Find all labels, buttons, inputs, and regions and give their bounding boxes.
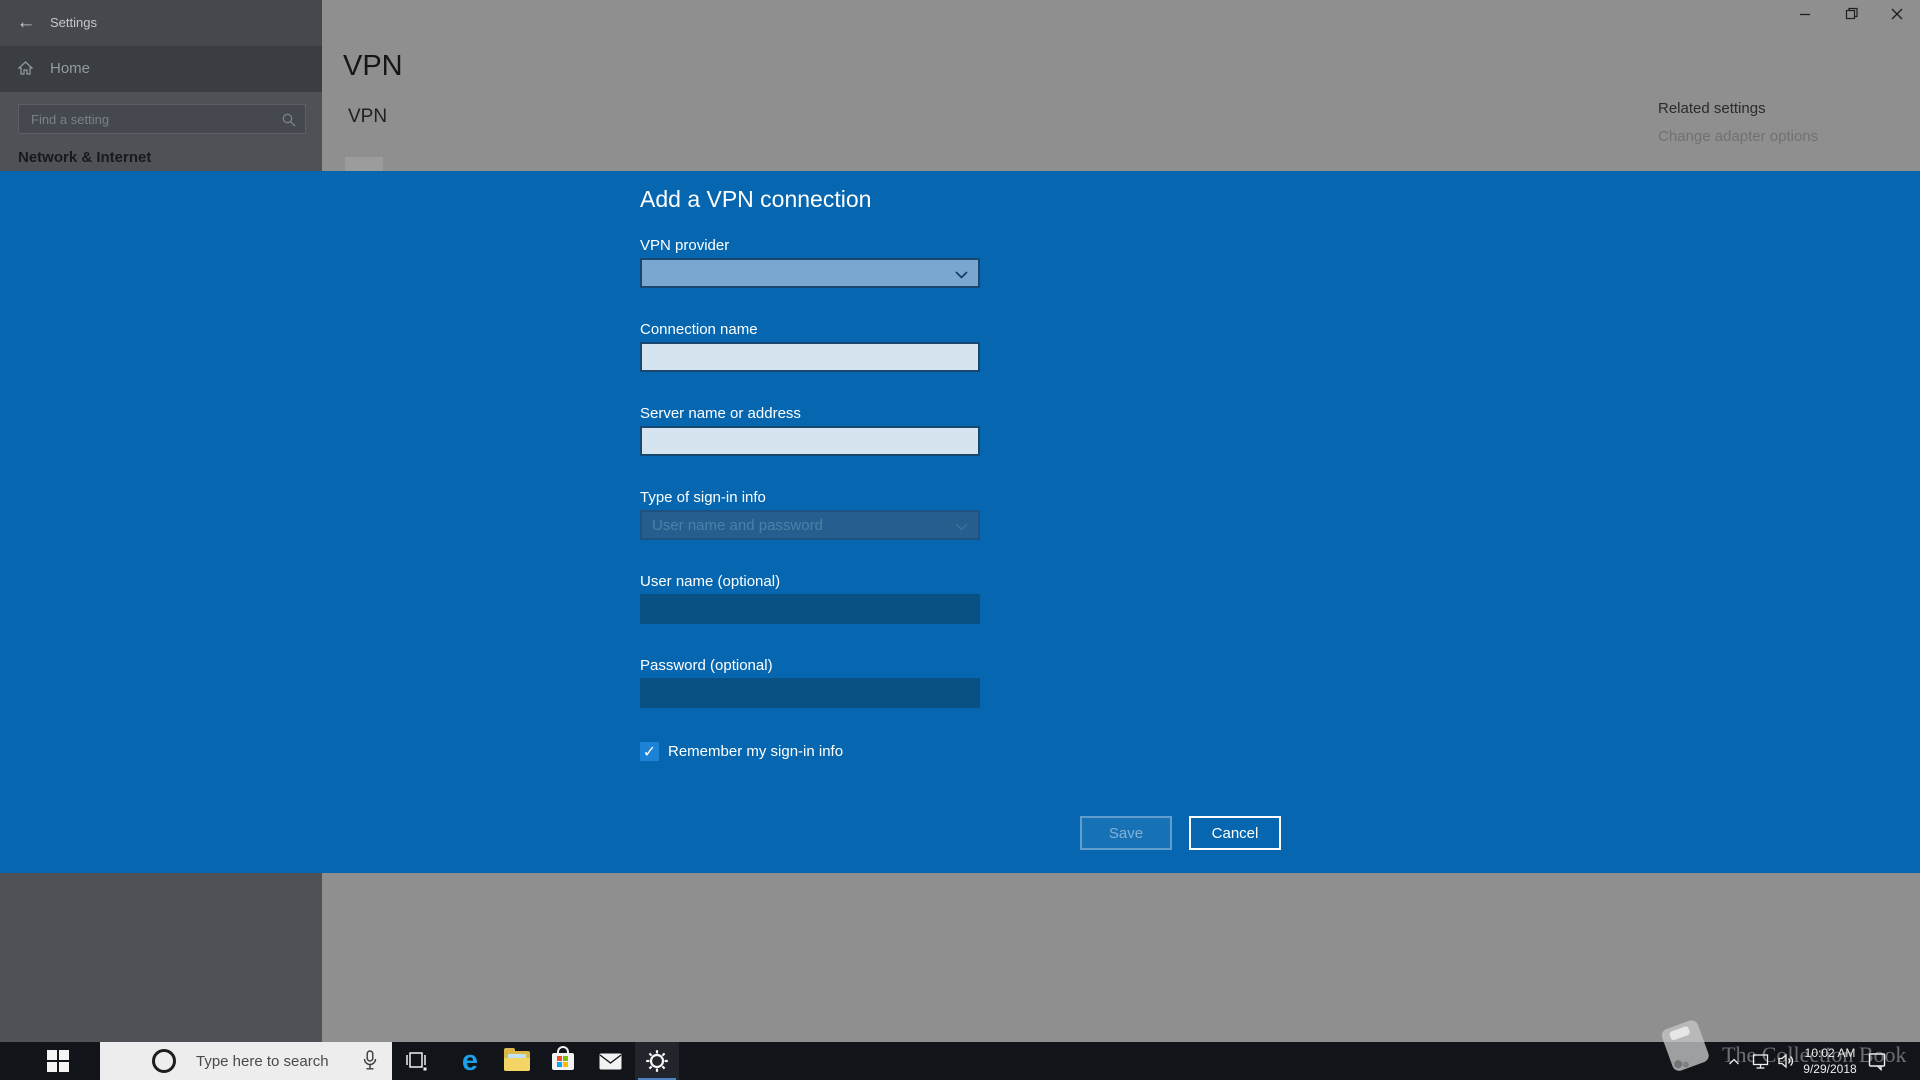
user-name-label: User name (optional) — [640, 573, 780, 590]
edge-browser-icon[interactable]: e — [448, 1042, 492, 1080]
window-title: Settings — [50, 15, 97, 30]
vpn-section-heading: VPN — [348, 106, 387, 128]
add-vpn-button-top-edge[interactable] — [345, 157, 383, 171]
tray-time: 10:02 AM — [1796, 1045, 1864, 1061]
password-label: Password (optional) — [640, 657, 773, 674]
server-name-field[interactable] — [640, 426, 980, 456]
sign-in-type-label: Type of sign-in info — [640, 489, 766, 506]
gear-icon — [645, 1049, 669, 1073]
home-icon — [17, 60, 34, 82]
add-vpn-connection-dialog: Add a VPN connection VPN provider Connec… — [0, 171, 1920, 873]
chevron-down-icon — [955, 271, 968, 279]
related-settings-heading: Related settings — [1658, 100, 1766, 117]
restore-button[interactable] — [1828, 0, 1874, 31]
settings-app-icon-active[interactable] — [635, 1042, 679, 1080]
close-icon — [1891, 7, 1903, 25]
close-button[interactable] — [1874, 0, 1920, 31]
mail-icon[interactable] — [588, 1042, 632, 1080]
action-center-icon[interactable] — [1868, 1042, 1887, 1080]
restore-icon — [1845, 7, 1858, 25]
cortana-icon — [152, 1049, 176, 1073]
user-name-field — [640, 594, 980, 624]
volume-icon[interactable] — [1778, 1042, 1795, 1080]
taskbar-search-input[interactable] — [196, 1042, 346, 1080]
sidebar-item-home[interactable]: Home — [0, 46, 322, 92]
sidebar-home-label: Home — [50, 60, 90, 77]
tray-expand-icon[interactable] — [1728, 1042, 1740, 1080]
back-button[interactable]: ← — [12, 10, 40, 36]
vpn-provider-dropdown[interactable] — [640, 258, 980, 288]
page-title: VPN — [343, 50, 403, 83]
connection-name-input[interactable] — [642, 344, 978, 370]
find-a-setting-input[interactable] — [19, 105, 305, 133]
find-a-setting-box[interactable] — [18, 104, 306, 134]
save-button[interactable]: Save — [1080, 816, 1172, 850]
sidebar-category-network-internet[interactable]: Network & Internet — [18, 149, 151, 166]
password-field — [640, 678, 980, 708]
remember-sign-in-label: Remember my sign-in info — [668, 743, 843, 760]
network-icon[interactable] — [1752, 1042, 1771, 1080]
server-name-label: Server name or address — [640, 405, 801, 422]
minimize-icon — [1799, 7, 1811, 25]
checkbox-checked-icon[interactable]: ✓ — [640, 742, 659, 761]
microphone-icon[interactable] — [362, 1050, 378, 1077]
windows-logo-icon — [47, 1050, 69, 1072]
tray-clock[interactable]: 10:02 AM 9/29/2018 — [1796, 1045, 1864, 1077]
search-icon — [281, 112, 297, 133]
connection-name-label: Connection name — [640, 321, 758, 338]
start-button[interactable] — [34, 1042, 88, 1080]
taskbar-search-box[interactable] — [100, 1042, 392, 1080]
change-adapter-options-link[interactable]: Change adapter options — [1658, 128, 1818, 145]
cancel-button[interactable]: Cancel — [1189, 816, 1281, 850]
task-view-icon[interactable] — [395, 1042, 439, 1080]
minimize-button[interactable] — [1782, 0, 1828, 31]
tray-date: 9/29/2018 — [1796, 1061, 1864, 1077]
vpn-provider-label: VPN provider — [640, 237, 729, 254]
chevron-down-icon — [955, 523, 968, 531]
connection-name-field[interactable] — [640, 342, 980, 372]
server-name-input[interactable] — [642, 428, 978, 454]
titlebar — [0, 0, 322, 46]
dialog-title: Add a VPN connection — [640, 186, 871, 213]
sign-in-type-dropdown: User name and password — [640, 510, 980, 540]
file-explorer-icon[interactable] — [495, 1042, 539, 1080]
taskbar: e 10 — [0, 1042, 1920, 1080]
sign-in-type-value: User name and password — [652, 517, 823, 534]
microsoft-store-icon[interactable] — [541, 1042, 585, 1080]
